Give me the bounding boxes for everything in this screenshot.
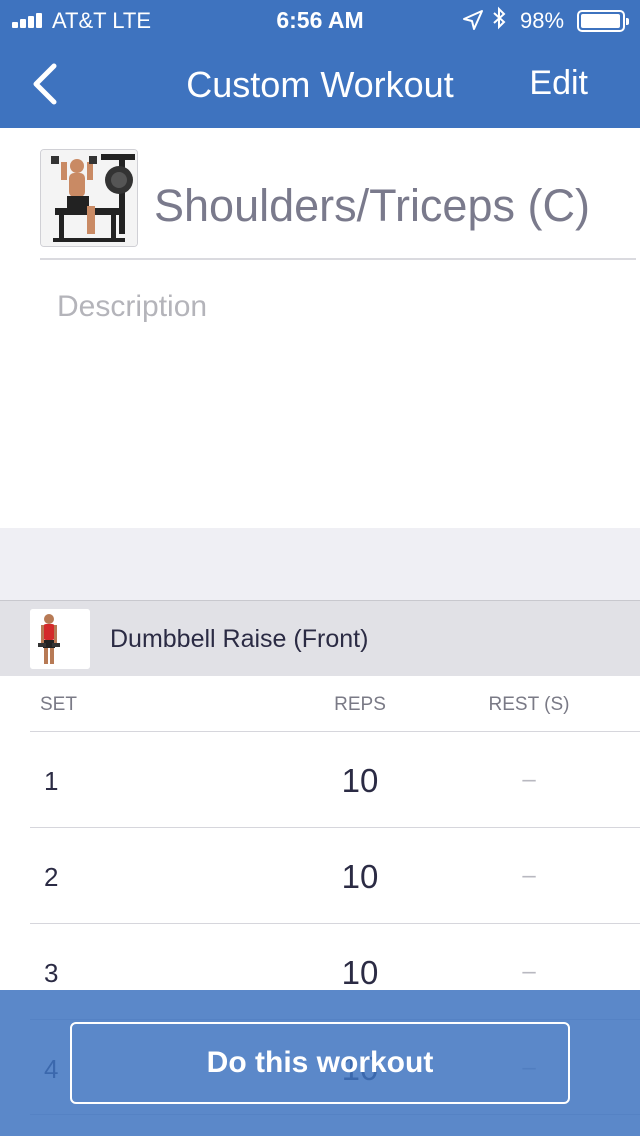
divider	[40, 258, 636, 260]
location-arrow-icon	[463, 10, 483, 30]
battery-percent: 98%	[520, 8, 565, 33]
bluetooth-icon	[492, 6, 506, 36]
column-header-reps: REPS	[334, 694, 386, 715]
reps-value[interactable]: 10	[310, 954, 410, 992]
set-number: 3	[44, 958, 59, 988]
status-bar: AT&T LTE 6:56 AM 98%	[0, 0, 640, 40]
description-field[interactable]: Description	[57, 290, 207, 324]
rest-value[interactable]: –	[479, 862, 579, 890]
section-spacer	[0, 528, 640, 600]
workout-name[interactable]: Shoulders/Triceps (C)	[154, 180, 590, 232]
rest-value[interactable]: –	[479, 958, 579, 986]
column-header-set: SET	[40, 694, 77, 715]
column-header-rest: REST (S)	[488, 694, 570, 715]
edit-button[interactable]: Edit	[529, 64, 588, 103]
reps-value[interactable]: 10	[310, 762, 410, 800]
navigation-header: AT&T LTE 6:56 AM 98% Custom Workout Edit	[0, 0, 640, 128]
set-number: 1	[44, 766, 59, 796]
set-row[interactable]: 1 10 –	[30, 731, 640, 827]
exercise-name: Dumbbell Raise (Front)	[110, 625, 369, 653]
do-workout-button[interactable]: Do this workout	[70, 1022, 570, 1104]
rest-value[interactable]: –	[479, 766, 579, 794]
workout-image-icon	[41, 150, 137, 246]
set-row[interactable]: 2 10 –	[30, 827, 640, 923]
exercise-header[interactable]: Dumbbell Raise (Front)	[0, 600, 640, 676]
exercise-thumbnail	[30, 609, 90, 669]
bottom-action-bar: Do this workout	[0, 990, 640, 1136]
workout-thumbnail[interactable]	[40, 149, 138, 247]
exercise-image-icon	[30, 609, 90, 669]
set-number: 2	[44, 862, 59, 892]
battery-icon	[577, 10, 629, 32]
reps-value[interactable]: 10	[310, 858, 410, 896]
battery-fill	[581, 14, 621, 28]
